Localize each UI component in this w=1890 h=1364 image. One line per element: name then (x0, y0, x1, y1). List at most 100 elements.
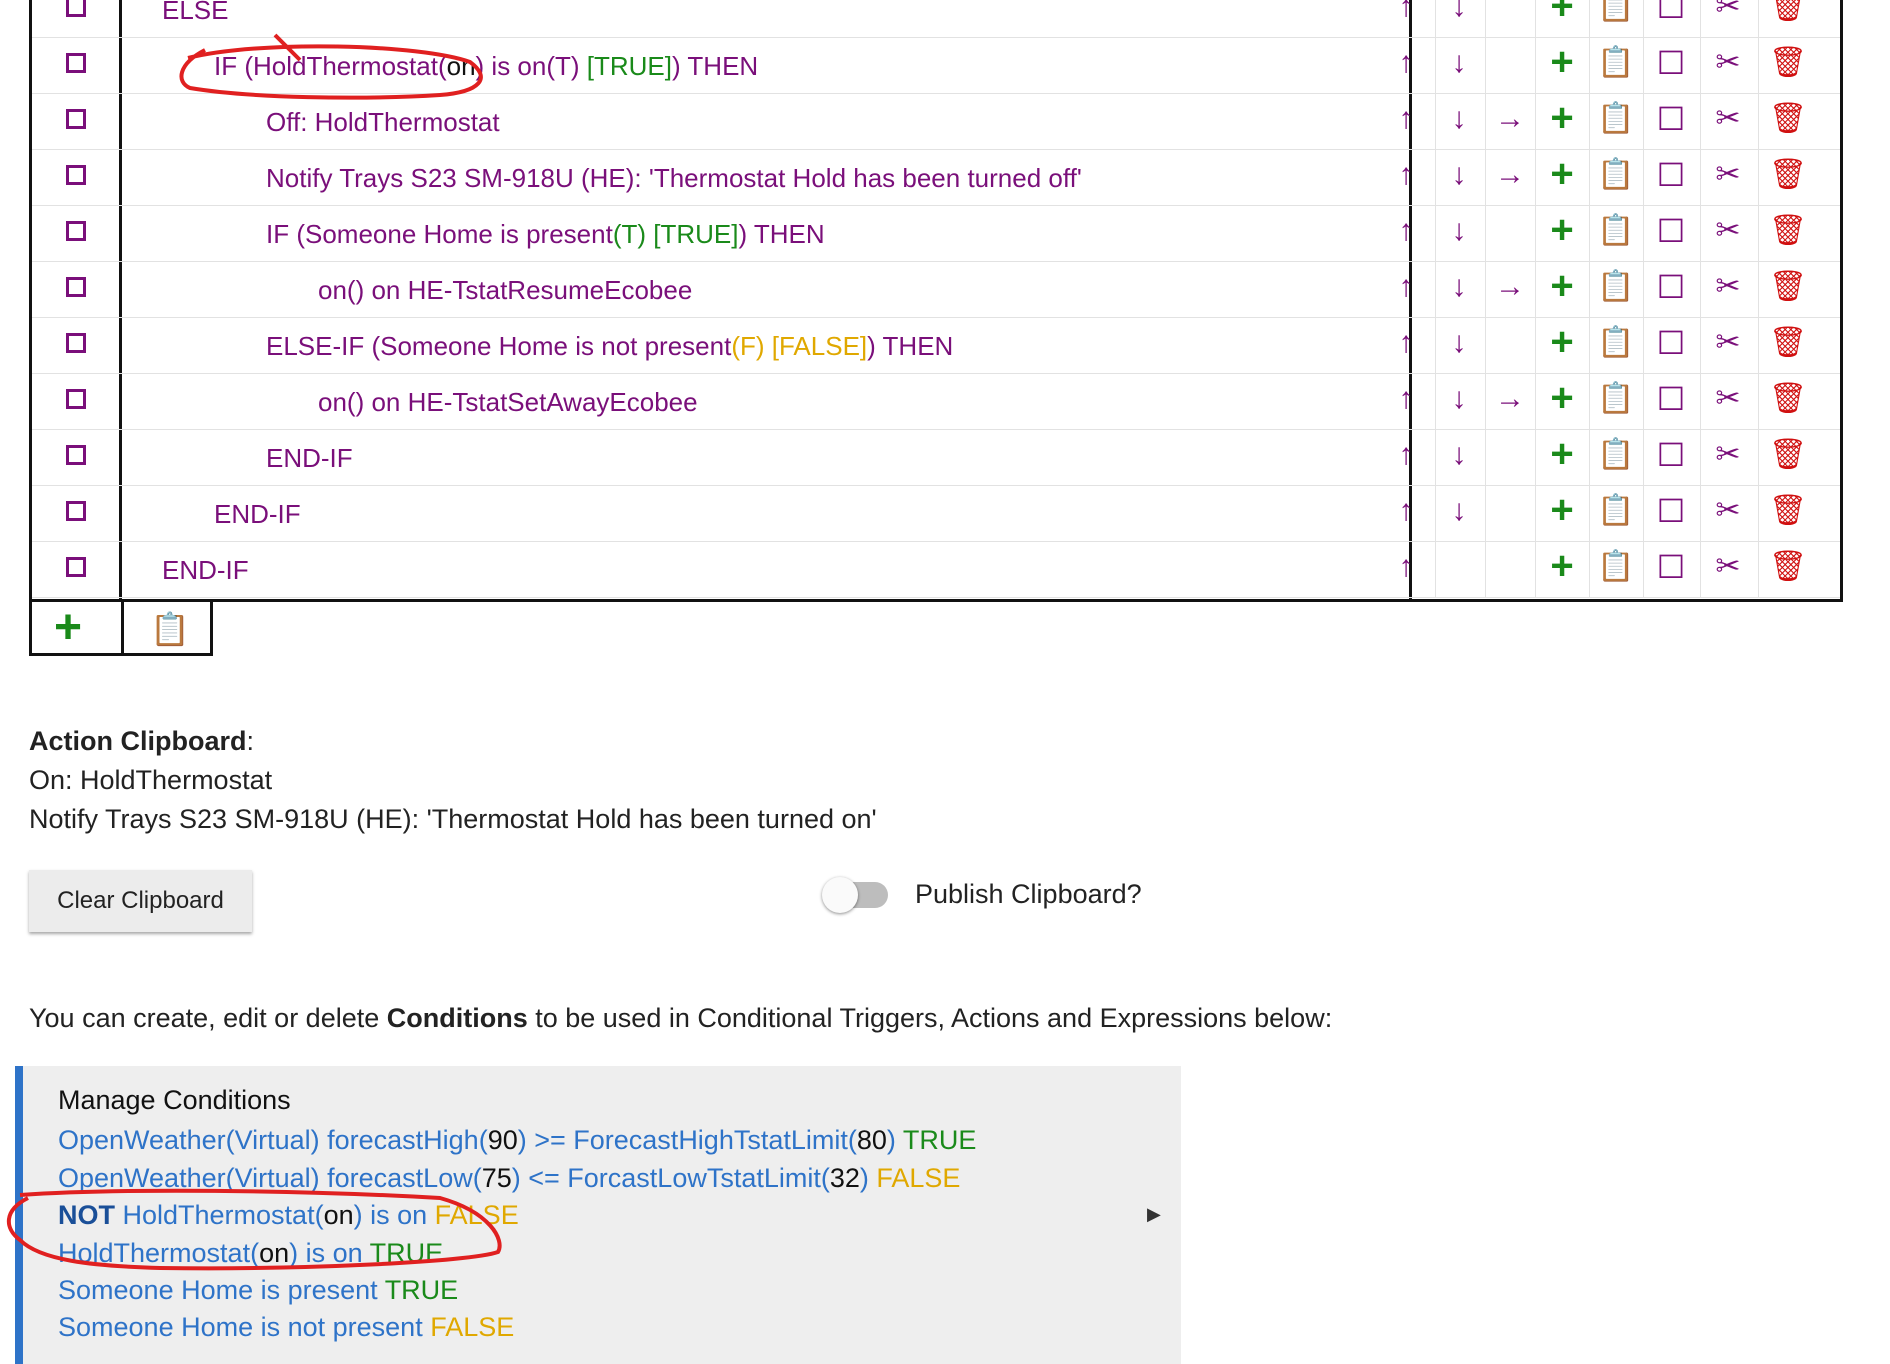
move-up-icon[interactable]: ↑ (1386, 382, 1426, 416)
cut-icon[interactable]: ✂ (1708, 214, 1748, 248)
row-select-checkbox[interactable] (66, 277, 86, 297)
condition-item[interactable]: OpenWeather(Virtual) forecastHigh(90) >=… (58, 1125, 976, 1156)
move-up-icon[interactable]: ↑ (1386, 494, 1426, 528)
move-down-icon[interactable]: ↓ (1439, 214, 1479, 248)
move-up-icon[interactable]: ↑ (1386, 270, 1426, 304)
action-text[interactable]: ELSE-IF (Someone Home is not present(F) … (266, 331, 953, 362)
indent-right-icon[interactable]: → (1490, 382, 1530, 416)
add-action-icon[interactable]: + (1542, 98, 1582, 138)
move-up-icon[interactable]: ↑ (1386, 550, 1426, 584)
move-down-icon[interactable]: ↓ (1439, 46, 1479, 80)
action-text[interactable]: END-IF (162, 555, 249, 586)
paste-icon[interactable]: 📋 (1596, 46, 1636, 80)
expand-arrow-icon[interactable]: ▶ (1147, 1204, 1161, 1225)
add-action-icon[interactable]: + (1542, 378, 1582, 418)
delete-icon[interactable]: 🗑 (1768, 550, 1808, 584)
paste-icon[interactable]: 📋 (1596, 102, 1636, 136)
move-up-icon[interactable]: ↑ (1386, 0, 1426, 24)
add-action-icon[interactable]: + (1542, 42, 1582, 82)
cut-icon[interactable]: ✂ (1708, 550, 1748, 584)
move-down-icon[interactable]: ↓ (1439, 494, 1479, 528)
cut-icon[interactable]: ✂ (1708, 438, 1748, 472)
select-box-icon[interactable]: ☐ (1651, 0, 1691, 24)
paste-icon[interactable]: 📋 (1596, 550, 1636, 584)
add-action-icon[interactable]: + (1542, 546, 1582, 586)
row-select-checkbox[interactable] (66, 501, 86, 521)
paste-icon[interactable]: 📋 (1596, 214, 1636, 248)
row-select-checkbox[interactable] (66, 445, 86, 465)
delete-icon[interactable]: 🗑 (1768, 270, 1808, 304)
indent-right-icon[interactable]: → (1490, 270, 1530, 304)
plus-icon[interactable]: + (54, 602, 82, 654)
publish-clipboard-toggle[interactable] (822, 877, 888, 913)
select-box-icon[interactable]: ☐ (1651, 46, 1691, 80)
action-text[interactable]: Notify Trays S23 SM-918U (HE): 'Thermost… (266, 163, 1082, 194)
move-up-icon[interactable]: ↑ (1386, 326, 1426, 360)
action-text[interactable]: END-IF (214, 499, 301, 530)
action-text[interactable]: END-IF (266, 443, 353, 474)
cut-icon[interactable]: ✂ (1708, 494, 1748, 528)
row-select-checkbox[interactable] (66, 109, 86, 129)
paste-icon[interactable]: 📋 (1596, 270, 1636, 304)
paste-icon[interactable]: 📋 (1596, 494, 1636, 528)
add-action-icon[interactable]: + (1542, 434, 1582, 474)
add-action-icon[interactable]: + (1542, 490, 1582, 530)
move-up-icon[interactable]: ↑ (1386, 158, 1426, 192)
move-down-icon[interactable]: ↓ (1439, 382, 1479, 416)
select-box-icon[interactable]: ☐ (1651, 326, 1691, 360)
paste-icon[interactable]: 📋 (1596, 0, 1636, 24)
indent-right-icon[interactable]: → (1490, 102, 1530, 136)
cut-icon[interactable]: ✂ (1708, 46, 1748, 80)
delete-icon[interactable]: 🗑 (1768, 102, 1808, 136)
select-box-icon[interactable]: ☐ (1651, 550, 1691, 584)
row-select-checkbox[interactable] (66, 221, 86, 241)
row-select-checkbox[interactable] (66, 333, 86, 353)
row-select-checkbox[interactable] (66, 53, 86, 73)
add-action-icon[interactable]: + (1542, 210, 1582, 250)
condition-item[interactable]: Someone Home is present TRUE (58, 1275, 458, 1306)
cut-icon[interactable]: ✂ (1708, 158, 1748, 192)
action-text[interactable]: IF (HoldThermostat(on) is on(T) [TRUE]) … (214, 51, 758, 82)
move-up-icon[interactable]: ↑ (1386, 102, 1426, 136)
move-down-icon[interactable]: ↓ (1439, 158, 1479, 192)
cut-icon[interactable]: ✂ (1708, 270, 1748, 304)
select-box-icon[interactable]: ☐ (1651, 270, 1691, 304)
select-box-icon[interactable]: ☐ (1651, 102, 1691, 136)
delete-icon[interactable]: 🗑 (1768, 158, 1808, 192)
add-action-icon[interactable]: + (1542, 0, 1582, 26)
cut-icon[interactable]: ✂ (1708, 0, 1748, 24)
clear-clipboard-button[interactable]: Clear Clipboard (29, 870, 252, 932)
move-down-icon[interactable]: ↓ (1439, 102, 1479, 136)
row-select-checkbox[interactable] (66, 389, 86, 409)
action-text[interactable]: ELSE (162, 0, 229, 26)
row-select-checkbox[interactable] (66, 165, 86, 185)
cut-icon[interactable]: ✂ (1708, 326, 1748, 360)
action-text[interactable]: IF (Someone Home is present(T) [TRUE]) T… (266, 219, 825, 250)
toggle-knob[interactable] (822, 877, 858, 913)
move-up-icon[interactable]: ↑ (1386, 214, 1426, 248)
move-up-icon[interactable]: ↑ (1386, 438, 1426, 472)
condition-item[interactable]: NOT HoldThermostat(on) is on FALSE (58, 1200, 519, 1231)
row-select-checkbox[interactable] (66, 557, 86, 577)
row-select-checkbox[interactable] (66, 0, 86, 17)
condition-item[interactable]: Someone Home is not present FALSE (58, 1312, 514, 1343)
action-text[interactable]: on() on HE-TstatResumeEcobee (318, 275, 692, 306)
select-box-icon[interactable]: ☐ (1651, 214, 1691, 248)
add-action-icon[interactable]: + (1542, 266, 1582, 306)
paste-icon[interactable]: 📋 (150, 610, 190, 648)
move-down-icon[interactable]: ↓ (1439, 438, 1479, 472)
paste-icon[interactable]: 📋 (1596, 438, 1636, 472)
manage-conditions-panel[interactable]: Manage Conditions OpenWeather(Virtual) f… (15, 1066, 1181, 1364)
delete-icon[interactable]: 🗑 (1768, 326, 1808, 360)
delete-icon[interactable]: 🗑 (1768, 382, 1808, 416)
select-box-icon[interactable]: ☐ (1651, 158, 1691, 192)
delete-icon[interactable]: 🗑 (1768, 46, 1808, 80)
delete-icon[interactable]: 🗑 (1768, 494, 1808, 528)
condition-item[interactable]: HoldThermostat(on) is on TRUE (58, 1238, 443, 1269)
select-box-icon[interactable]: ☐ (1651, 382, 1691, 416)
add-action-icon[interactable]: + (1542, 322, 1582, 362)
action-text[interactable]: Off: HoldThermostat (266, 107, 500, 138)
paste-icon[interactable]: 📋 (1596, 326, 1636, 360)
paste-icon[interactable]: 📋 (1596, 158, 1636, 192)
cut-icon[interactable]: ✂ (1708, 382, 1748, 416)
